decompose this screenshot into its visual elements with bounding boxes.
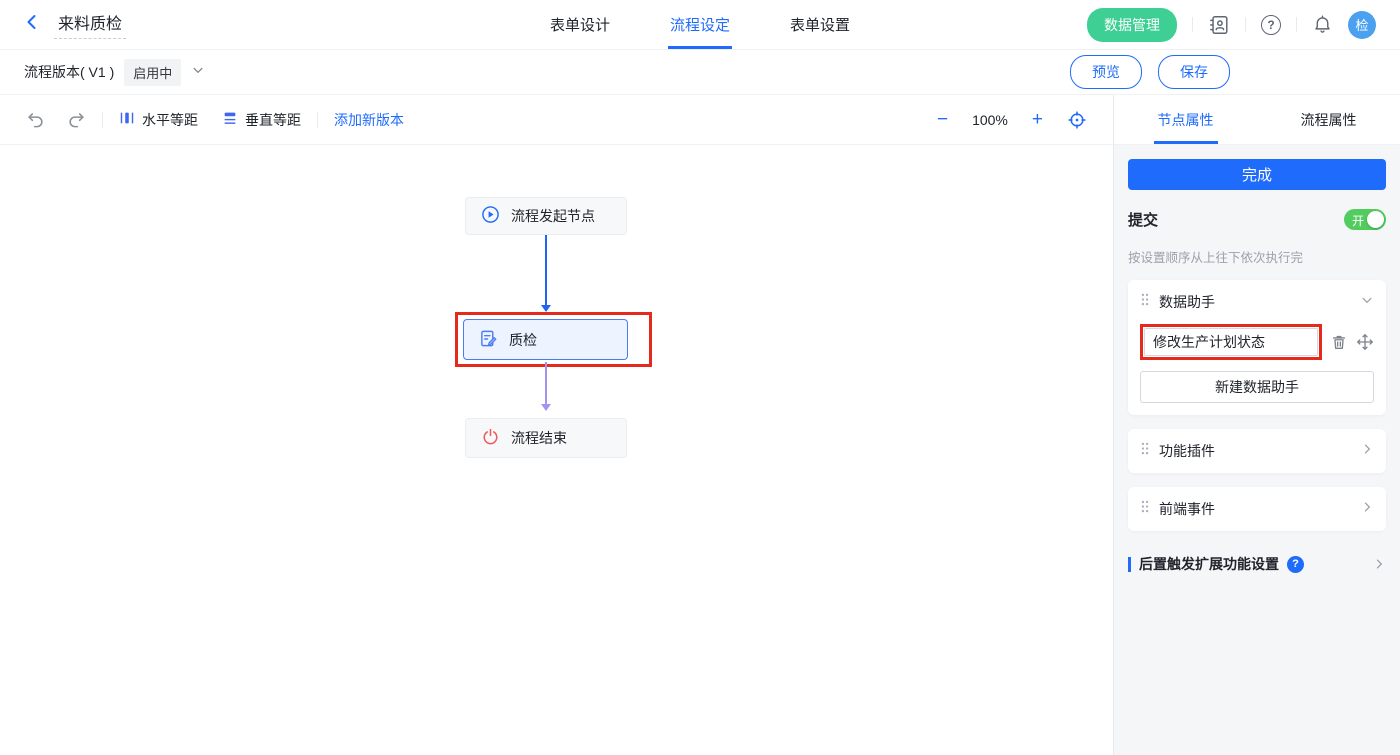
- power-icon: [481, 427, 500, 449]
- connector-line: [545, 235, 547, 307]
- new-data-assistant-button[interactable]: 新建数据助手: [1140, 371, 1374, 403]
- connector-arrowhead: [541, 404, 551, 411]
- tab-process-properties[interactable]: 流程属性: [1257, 95, 1400, 144]
- version-bar: 流程版本( V1 ) 启用中 预览 保存: [0, 50, 1400, 95]
- status-badge: 启用中: [124, 58, 182, 86]
- toggle-state-label: 开: [1352, 214, 1365, 228]
- data-manage-button[interactable]: 数据管理: [1087, 7, 1177, 42]
- tab-form-setting[interactable]: 表单设置: [790, 0, 850, 49]
- add-new-version-link[interactable]: 添加新版本: [334, 110, 404, 130]
- flow-start-node[interactable]: 流程发起节点: [465, 197, 627, 235]
- back-button[interactable]: [24, 14, 40, 35]
- help-icon[interactable]: ?: [1261, 14, 1281, 35]
- post-trigger-settings[interactable]: 后置触发扩展功能设置 ?: [1128, 554, 1386, 574]
- frontend-event-header[interactable]: 前端事件: [1140, 499, 1374, 519]
- redo-button[interactable]: [67, 110, 86, 129]
- submit-label: 提交: [1128, 212, 1159, 229]
- plugin-card: 功能插件: [1128, 429, 1386, 473]
- move-icon[interactable]: [1356, 333, 1374, 351]
- version-dropdown[interactable]: [191, 63, 205, 82]
- submit-toggle[interactable]: 开: [1344, 209, 1386, 230]
- connector-line: [545, 362, 547, 406]
- zoom-in-button[interactable]: +: [1032, 110, 1043, 129]
- vertical-spacing-label: 垂直等距: [245, 111, 301, 128]
- tab-form-design[interactable]: 表单设计: [550, 0, 610, 49]
- tab-label: 节点属性: [1157, 111, 1214, 128]
- delete-trash-icon[interactable]: [1330, 333, 1348, 351]
- play-circle-icon: [481, 205, 500, 227]
- help-badge-icon[interactable]: ?: [1287, 555, 1304, 573]
- section-title: 数据助手: [1159, 294, 1215, 310]
- flow-canvas[interactable]: 流程发起节点 质检 流程结束: [0, 145, 1113, 755]
- form-edit-icon: [479, 329, 498, 351]
- divider: [1245, 17, 1246, 32]
- drag-handle-icon[interactable]: [1140, 441, 1150, 461]
- horizontal-spacing-label: 水平等距: [142, 111, 198, 128]
- execution-order-hint: 按设置顺序从上往下依次执行完: [1128, 251, 1304, 265]
- data-assistant-item-input[interactable]: [1144, 328, 1318, 356]
- vertical-spacing-icon: [222, 110, 238, 129]
- divider: [1192, 17, 1193, 32]
- chevron-right-icon: [1372, 557, 1386, 571]
- data-assistant-card: 数据助手 修改生产计划状态 新建数据助手: [1128, 280, 1386, 415]
- accent-bar: [1128, 556, 1131, 572]
- user-avatar[interactable]: 检: [1348, 10, 1376, 39]
- node-label: 流程结束: [511, 430, 567, 446]
- contacts-book-icon[interactable]: [1208, 14, 1230, 36]
- divider: [1296, 17, 1297, 32]
- tab-label: 表单设置: [790, 17, 851, 34]
- undo-button[interactable]: [26, 110, 45, 129]
- connector-arrowhead: [541, 305, 551, 312]
- divider: [102, 111, 103, 128]
- horizontal-spacing-icon: [119, 110, 135, 129]
- tab-label: 表单设计: [549, 17, 610, 34]
- chevron-right-icon[interactable]: [1360, 500, 1374, 519]
- drag-handle-icon[interactable]: [1140, 292, 1150, 312]
- qc-node[interactable]: 质检: [463, 319, 628, 360]
- tab-label: 流程属性: [1300, 111, 1357, 128]
- data-assistant-header[interactable]: 数据助手: [1140, 292, 1374, 312]
- frontend-event-card: 前端事件: [1128, 487, 1386, 531]
- vertical-spacing-button[interactable]: 垂直等距: [222, 110, 301, 130]
- notification-bell-icon[interactable]: [1312, 14, 1333, 35]
- node-label: 流程发起节点: [511, 208, 595, 224]
- section-title: 前端事件: [1159, 501, 1215, 517]
- page-title[interactable]: 来料质检: [54, 10, 127, 39]
- tab-node-properties[interactable]: 节点属性: [1114, 95, 1257, 144]
- save-button[interactable]: 保存: [1158, 55, 1230, 89]
- chevron-right-icon[interactable]: [1360, 442, 1374, 461]
- locate-center-icon[interactable]: [1067, 110, 1087, 130]
- app-header: 来料质检 表单设计 流程设定 表单设置 数据管理 ? 检: [0, 0, 1400, 50]
- properties-panel: 节点属性 流程属性 完成 提交 开 按设置顺序从上往下依次执行完 数据助手 修改…: [1113, 95, 1400, 755]
- canvas-toolbar: 水平等距 垂直等距 添加新版本 − 100% +: [0, 95, 1113, 145]
- divider: [317, 111, 318, 128]
- node-label: 质检: [509, 331, 537, 348]
- drag-handle-icon[interactable]: [1140, 499, 1150, 519]
- process-version-label: 流程版本( V1 ): [24, 64, 115, 80]
- plugin-header[interactable]: 功能插件: [1140, 441, 1374, 461]
- tab-process-setting[interactable]: 流程设定: [667, 0, 733, 49]
- red-annotation-box: [1140, 324, 1322, 360]
- help-glyph: ?: [1292, 558, 1299, 570]
- chevron-down-icon[interactable]: [1360, 293, 1374, 312]
- header-tabs: 表单设计 流程设定 表单设置: [550, 0, 850, 49]
- flow-end-node[interactable]: 流程结束: [465, 418, 627, 458]
- help-glyph: ?: [1267, 17, 1275, 32]
- zoom-out-button[interactable]: −: [937, 110, 948, 129]
- chevron-left-icon: [24, 14, 40, 35]
- post-trigger-label: 后置触发扩展功能设置: [1139, 556, 1279, 572]
- section-title: 功能插件: [1159, 443, 1215, 459]
- zoom-level: 100%: [972, 111, 1008, 128]
- horizontal-spacing-button[interactable]: 水平等距: [119, 110, 198, 130]
- preview-button[interactable]: 预览: [1070, 55, 1142, 89]
- chevron-down-icon: [191, 63, 205, 82]
- done-button[interactable]: 完成: [1128, 159, 1386, 190]
- toggle-knob: [1367, 211, 1384, 228]
- tab-label: 流程设定: [669, 17, 731, 34]
